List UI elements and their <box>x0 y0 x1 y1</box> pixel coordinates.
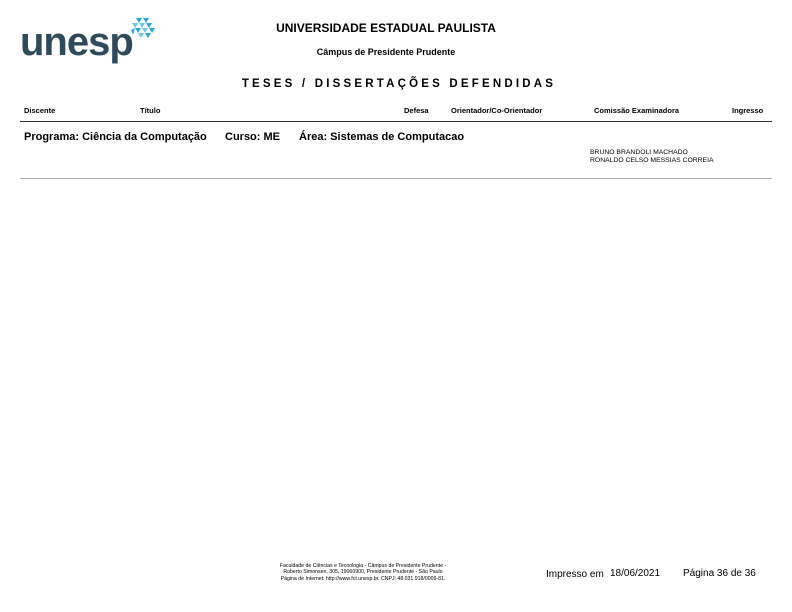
course-label: Curso: ME <box>225 131 280 143</box>
campus-name: Câmpus de Presidente Prudente <box>316 47 456 57</box>
area-label: Área: Sistemas de Computacao <box>299 131 465 143</box>
footer-address-line: Roberto Simonsen, 305, 19060900, Preside… <box>283 569 443 576</box>
page-number: Página 36 de 36 <box>683 568 756 579</box>
committee-member: BRUNO BRANDOLI MACHADO <box>590 149 688 156</box>
university-name: UNIVERSIDADE ESTADUAL PAULISTA <box>276 21 496 35</box>
footer-address: Faculdade de Ciências e Tecnologia - Câm… <box>250 563 476 582</box>
column-header-ingresso: Ingresso <box>732 106 764 115</box>
report-title: TESES / DISSERTAÇÕES DEFENDIDAS <box>241 78 557 90</box>
program-label: Programa: Ciência da Computação <box>24 131 207 143</box>
header-divider <box>20 121 772 122</box>
column-header-discente: Discente <box>24 106 56 115</box>
printed-label: Impresso em <box>546 569 604 580</box>
column-header-comissao: Comissão Examinadora <box>594 106 680 115</box>
section-divider <box>20 178 772 179</box>
committee-member: RONALDO CELSO MESSIAS CORREIA <box>590 157 714 164</box>
column-header-orientador: Orientador/Co-Orientador <box>451 106 543 115</box>
printed-date: 18/06/2021 <box>610 568 661 579</box>
column-header-titulo: Título <box>140 106 161 115</box>
footer-address-line: Página de Internet: http://www.fct.unesp… <box>280 575 446 582</box>
column-header-defesa: Defesa <box>404 106 429 115</box>
